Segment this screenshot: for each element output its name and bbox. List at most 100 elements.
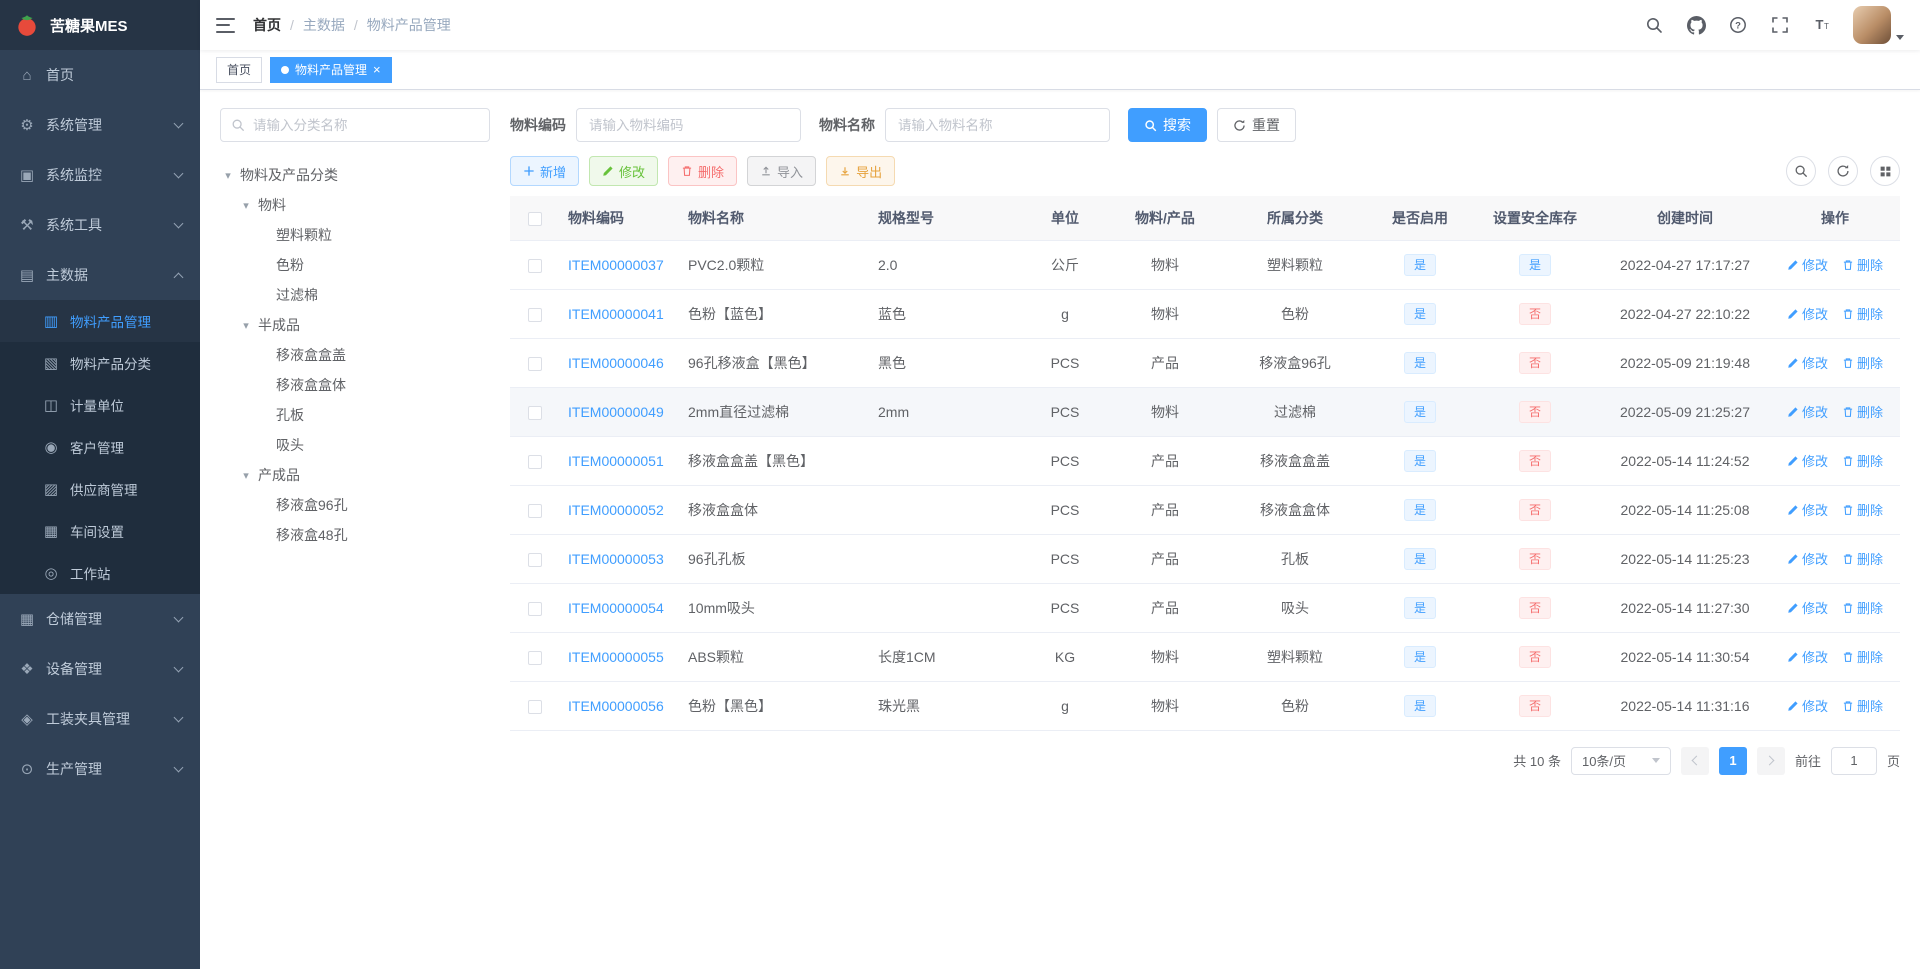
font-size-icon[interactable]: TT <box>1811 14 1833 36</box>
row-checkbox[interactable] <box>528 454 542 469</box>
column-settings-button[interactable] <box>1870 156 1900 186</box>
tree-node[interactable]: 移液盒48孔 <box>220 520 490 550</box>
sidebar-toggle-icon[interactable] <box>216 17 235 33</box>
row-checkbox[interactable] <box>528 258 542 273</box>
row-delete-link[interactable]: 删除 <box>1842 451 1883 470</box>
row-edit-link[interactable]: 修改 <box>1787 500 1828 519</box>
page-size-select[interactable]: 10条/页 <box>1570 746 1671 775</box>
item-code-link[interactable]: ITEM00000046 <box>568 355 664 371</box>
tree-node[interactable]: 色粉 <box>220 250 490 280</box>
sidebar-item-workshop-settings[interactable]: ▦ 车间设置 <box>0 510 200 552</box>
sidebar-item-material-product-category[interactable]: ▧ 物料产品分类 <box>0 342 200 384</box>
close-icon[interactable]: × <box>373 63 381 76</box>
tree-node[interactable]: 吸头 <box>220 430 490 460</box>
edit-button[interactable]: 修改 <box>589 156 659 186</box>
row-edit-link[interactable]: 修改 <box>1787 402 1828 421</box>
category-search-input[interactable] <box>253 117 479 133</box>
add-button[interactable]: 新增 <box>510 156 580 186</box>
item-code-link[interactable]: ITEM00000055 <box>568 649 664 665</box>
toggle-search-button[interactable] <box>1786 156 1816 186</box>
row-delete-link[interactable]: 删除 <box>1842 647 1883 666</box>
row-delete-link[interactable]: 删除 <box>1842 304 1883 323</box>
tab-material-product-mgmt[interactable]: 物料产品管理 × <box>270 56 392 83</box>
tree-node-root[interactable]: ▾ 物料及产品分类 <box>220 160 490 190</box>
row-delete-link[interactable]: 删除 <box>1842 255 1883 274</box>
next-page-button[interactable] <box>1756 746 1785 775</box>
row-delete-link[interactable]: 删除 <box>1842 598 1883 617</box>
reset-button[interactable]: 重置 <box>1217 108 1296 142</box>
sidebar-item-system-admin[interactable]: ⚙ 系统管理 <box>0 100 200 150</box>
row-edit-link[interactable]: 修改 <box>1787 255 1828 274</box>
material-name-input[interactable] <box>885 108 1110 142</box>
caret-down-icon[interactable]: ▾ <box>222 169 234 182</box>
tree-node[interactable]: ▾ 物料 <box>220 190 490 220</box>
tree-node[interactable]: 孔板 <box>220 400 490 430</box>
user-menu[interactable] <box>1853 6 1904 44</box>
item-code-link[interactable]: ITEM00000041 <box>568 306 664 322</box>
row-edit-link[interactable]: 修改 <box>1787 304 1828 323</box>
github-icon[interactable] <box>1685 14 1707 36</box>
tree-node[interactable]: 移液盒96孔 <box>220 490 490 520</box>
current-page-button[interactable]: 1 <box>1718 746 1747 775</box>
row-delete-link[interactable]: 删除 <box>1842 549 1883 568</box>
help-icon[interactable]: ? <box>1727 14 1749 36</box>
material-code-input[interactable] <box>576 108 801 142</box>
sidebar-item-measure-unit[interactable]: ◫ 计量单位 <box>0 384 200 426</box>
row-delete-link[interactable]: 删除 <box>1842 353 1883 372</box>
chevron-down-icon[interactable] <box>1896 35 1904 40</box>
prev-page-button[interactable] <box>1680 746 1709 775</box>
caret-down-icon[interactable]: ▾ <box>240 319 252 332</box>
fullscreen-icon[interactable] <box>1769 14 1791 36</box>
tree-node[interactable]: 塑料颗粒 <box>220 220 490 250</box>
row-edit-link[interactable]: 修改 <box>1787 647 1828 666</box>
select-all-checkbox[interactable] <box>528 211 542 226</box>
row-checkbox[interactable] <box>528 307 542 322</box>
item-code-link[interactable]: ITEM00000054 <box>568 600 664 616</box>
row-checkbox[interactable] <box>528 601 542 616</box>
sidebar-item-warehouse-mgmt[interactable]: ▦ 仓储管理 <box>0 594 200 644</box>
tab-home[interactable]: 首页 <box>216 56 263 83</box>
goto-page-input[interactable] <box>1830 746 1877 775</box>
sidebar-item-master-data[interactable]: ▤ 主数据 <box>0 250 200 300</box>
row-checkbox[interactable] <box>528 356 542 371</box>
breadcrumb-home[interactable]: 首页 <box>253 15 281 35</box>
row-edit-link[interactable]: 修改 <box>1787 353 1828 372</box>
row-checkbox[interactable] <box>528 405 542 420</box>
sidebar-item-workstation[interactable]: ◎ 工作站 <box>0 552 200 594</box>
avatar[interactable] <box>1853 6 1891 44</box>
delete-button[interactable]: 删除 <box>668 156 738 186</box>
refresh-button[interactable] <box>1828 156 1858 186</box>
search-icon[interactable] <box>1643 14 1665 36</box>
import-button[interactable]: 导入 <box>747 156 817 186</box>
tree-node[interactable]: 移液盒盒体 <box>220 370 490 400</box>
tree-node[interactable]: ▾ 产成品 <box>220 460 490 490</box>
item-code-link[interactable]: ITEM00000052 <box>568 502 664 518</box>
sidebar-item-customer-mgmt[interactable]: ◉ 客户管理 <box>0 426 200 468</box>
row-delete-link[interactable]: 删除 <box>1842 696 1883 715</box>
export-button[interactable]: 导出 <box>826 156 896 186</box>
item-code-link[interactable]: ITEM00000051 <box>568 453 664 469</box>
tree-node[interactable]: ▾ 半成品 <box>220 310 490 340</box>
item-code-link[interactable]: ITEM00000053 <box>568 551 664 567</box>
row-edit-link[interactable]: 修改 <box>1787 549 1828 568</box>
caret-down-icon[interactable]: ▾ <box>240 199 252 212</box>
row-edit-link[interactable]: 修改 <box>1787 451 1828 470</box>
sidebar-item-system-monitor[interactable]: ▣ 系统监控 <box>0 150 200 200</box>
item-code-link[interactable]: ITEM00000037 <box>568 257 664 273</box>
row-delete-link[interactable]: 删除 <box>1842 500 1883 519</box>
row-edit-link[interactable]: 修改 <box>1787 696 1828 715</box>
sidebar-item-supplier-mgmt[interactable]: ▨ 供应商管理 <box>0 468 200 510</box>
item-code-link[interactable]: ITEM00000056 <box>568 698 664 714</box>
row-edit-link[interactable]: 修改 <box>1787 598 1828 617</box>
row-checkbox[interactable] <box>528 699 542 714</box>
row-delete-link[interactable]: 删除 <box>1842 402 1883 421</box>
sidebar-item-system-tools[interactable]: ⚒ 系统工具 <box>0 200 200 250</box>
sidebar-item-equipment-mgmt[interactable]: ❖ 设备管理 <box>0 644 200 694</box>
row-checkbox[interactable] <box>528 650 542 665</box>
sidebar-item-home[interactable]: ⌂ 首页 <box>0 50 200 100</box>
sidebar-item-material-product-mgmt[interactable]: ▥ 物料产品管理 <box>0 300 200 342</box>
tree-node[interactable]: 移液盒盒盖 <box>220 340 490 370</box>
caret-down-icon[interactable]: ▾ <box>240 469 252 482</box>
sidebar-item-fixture-mgmt[interactable]: ◈ 工装夹具管理 <box>0 694 200 744</box>
search-button[interactable]: 搜索 <box>1128 108 1207 142</box>
